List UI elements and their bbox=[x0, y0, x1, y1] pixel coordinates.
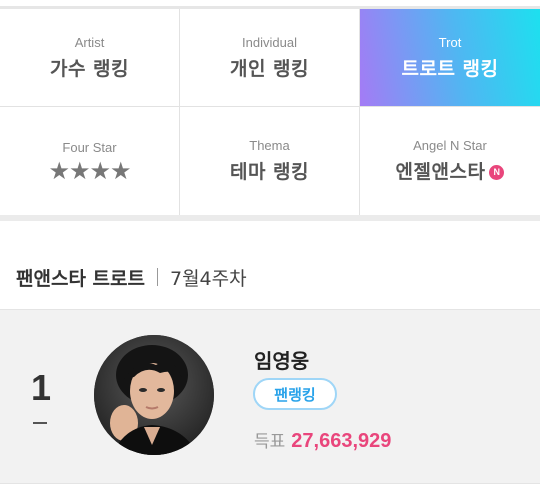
category-thema-en: Thema bbox=[249, 138, 290, 153]
ranking-category-menu: Artist 가수 랭킹 Individual 개인 랭킹 Trot 트로트 랭… bbox=[0, 9, 540, 215]
category-four-star-en: Four Star bbox=[62, 139, 117, 155]
artist-name[interactable]: 임영웅 bbox=[254, 345, 309, 374]
category-angel-n-star-label: 엔젤앤스타 bbox=[395, 161, 486, 183]
rank-change-dash-icon bbox=[33, 422, 47, 424]
new-badge-icon: N bbox=[489, 165, 505, 180]
vote-number: 27,663,929 bbox=[291, 430, 392, 452]
avatar[interactable] bbox=[94, 335, 214, 455]
category-artist[interactable]: Artist 가수 랭킹 bbox=[0, 9, 180, 107]
avatar-portrait-icon bbox=[94, 335, 214, 455]
category-angel-n-star-row: 엔젤앤스타 N bbox=[396, 157, 505, 184]
rank-number: 1 bbox=[30, 367, 52, 408]
category-artist-label: 가수 랭킹 bbox=[49, 57, 130, 80]
section-title: 팬앤스타 트로트 bbox=[16, 267, 145, 290]
category-artist-en: Artist bbox=[74, 34, 105, 50]
category-individual[interactable]: Individual 개인 랭킹 bbox=[180, 9, 360, 107]
category-individual-label: 개인 랭킹 bbox=[229, 57, 310, 80]
category-angel-n-star-en: Angel N Star bbox=[413, 138, 487, 153]
category-trot[interactable]: Trot 트로트 랭킹 bbox=[360, 9, 540, 107]
section-header: 팬앤스타 트로트 7월4주차 bbox=[16, 262, 247, 292]
fan-ranking-button[interactable]: 팬랭킹 bbox=[253, 378, 337, 410]
category-trot-label: 트로트 랭킹 bbox=[401, 57, 499, 80]
category-thema[interactable]: Thema 테마 랭킹 bbox=[180, 107, 360, 215]
title-separator bbox=[156, 268, 158, 286]
category-thema-label: 테마 랭킹 bbox=[229, 161, 310, 183]
section-week: 7월4주차 bbox=[169, 267, 247, 290]
category-four-star[interactable]: Four Star ★★★★ bbox=[0, 107, 180, 215]
ranking-row[interactable]: 1 임영웅 팬랭킹 득표 27,663,929 bbox=[0, 309, 540, 484]
category-angel-n-star[interactable]: Angel N Star 엔젤앤스타 N bbox=[360, 107, 540, 215]
vote-count: 득표 27,663,929 bbox=[254, 427, 391, 453]
section-divider bbox=[0, 215, 540, 221]
vote-label: 득표 bbox=[254, 432, 286, 452]
four-star-icon: ★★★★ bbox=[48, 156, 131, 185]
category-individual-en: Individual bbox=[242, 34, 297, 50]
category-trot-en: Trot bbox=[438, 34, 462, 50]
